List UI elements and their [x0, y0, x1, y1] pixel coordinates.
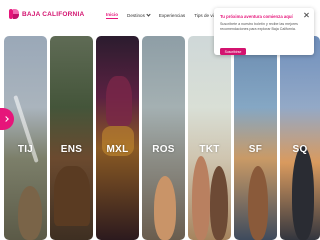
brand-name: BAJA CALIFORNIA: [22, 10, 85, 18]
destination-card-mxl[interactable]: MXL: [96, 36, 139, 240]
destination-code: MXL: [106, 144, 129, 155]
brand-logo[interactable]: BAJA CALIFORNIA: [9, 9, 84, 19]
newsletter-popup: Tu próxima aventura comienza aquí Suscrí…: [214, 8, 314, 55]
destination-card-ens[interactable]: ENS: [50, 36, 93, 240]
nav-item-experiencias[interactable]: Experiencias: [159, 13, 185, 18]
destination-code: ROS: [152, 144, 175, 155]
chevron-down-icon: [146, 12, 151, 17]
destination-code: TKT: [199, 144, 220, 155]
popup-title: Tu próxima aventura comienza aquí: [220, 14, 293, 19]
logo-mark-icon: [9, 9, 19, 19]
nav-item-destinos[interactable]: Destinos: [127, 12, 151, 18]
destination-code: SF: [248, 144, 263, 155]
destination-card-sq[interactable]: SQ: [280, 36, 320, 240]
main-nav: Inicio Destinos Experiencias Tips de via…: [106, 12, 229, 19]
destination-code: TIJ: [17, 144, 34, 155]
destination-card-sf[interactable]: SF: [234, 36, 277, 240]
nav-item-label: Destinos: [127, 13, 145, 18]
subscribe-button[interactable]: Suscribirse: [220, 48, 246, 55]
destination-code: ENS: [60, 144, 83, 155]
close-icon[interactable]: [304, 12, 309, 17]
destination-card-tkt[interactable]: TKT: [188, 36, 231, 240]
destination-card-ros[interactable]: ROS: [142, 36, 185, 240]
popup-body: Suscríbete a nuestro boletín y recibe la…: [220, 22, 298, 31]
destination-card-tij[interactable]: TIJ: [4, 36, 47, 240]
destination-code: SQ: [292, 144, 308, 155]
chevron-right-icon: [3, 116, 9, 122]
nav-item-inicio[interactable]: Inicio: [106, 12, 118, 19]
destination-carousel: TIJ ENS MXL ROS TKT SF SQ: [4, 36, 320, 240]
